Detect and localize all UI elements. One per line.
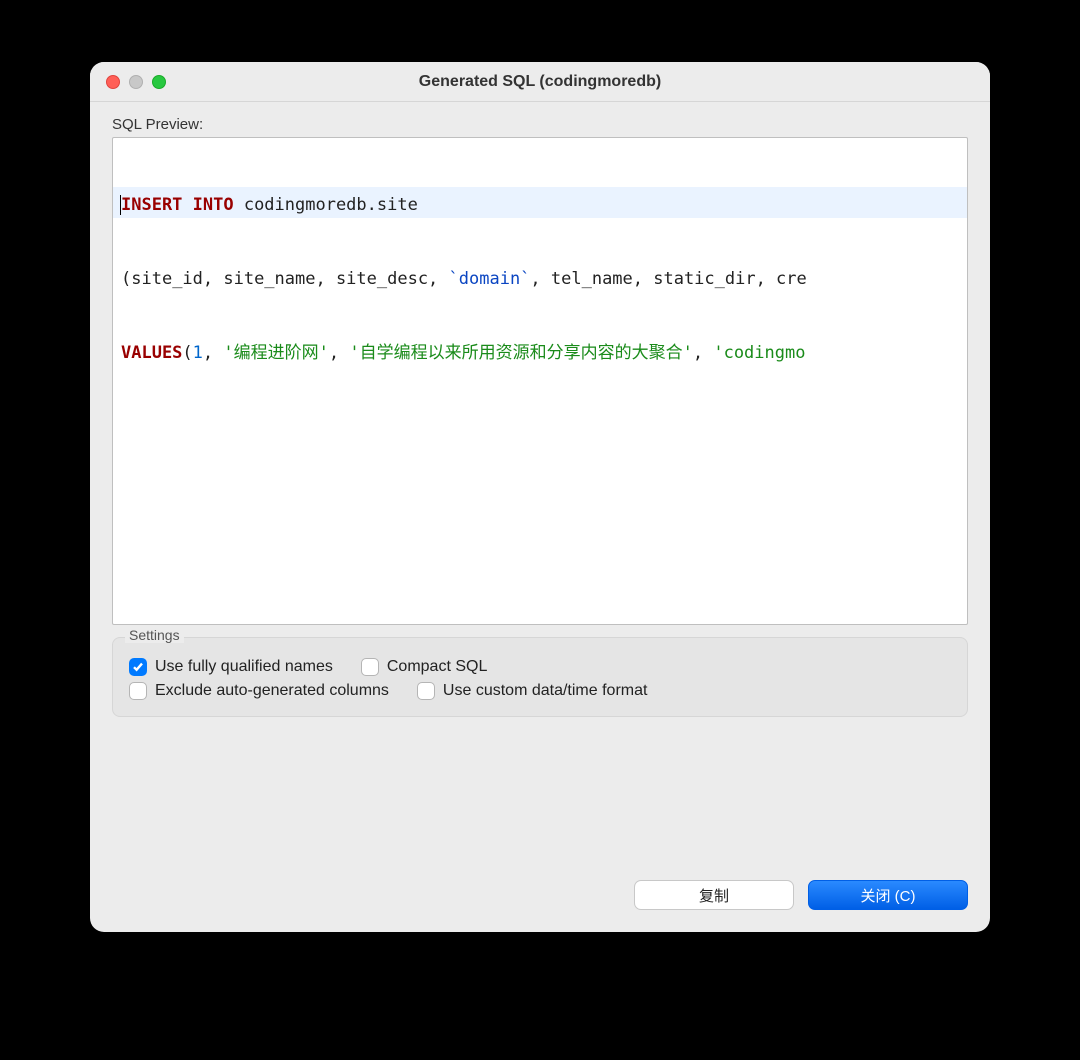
button-label: 关闭 (C)	[861, 885, 916, 906]
checkbox-label: Use fully qualified names	[155, 658, 333, 676]
checkbox-compact-sql[interactable]: Compact SQL	[361, 658, 487, 676]
close-icon[interactable]	[106, 75, 120, 89]
sql-string: '自学编程以来所用资源和分享内容的大聚合'	[349, 343, 692, 363]
checkbox-label: Exclude auto-generated columns	[155, 682, 389, 700]
dialog-buttons: 复制 关闭 (C)	[112, 854, 968, 932]
sql-paren: (	[182, 343, 192, 363]
checkbox-use-fully-qualified[interactable]: Use fully qualified names	[129, 658, 333, 676]
maximize-icon[interactable]	[152, 75, 166, 89]
sql-columns: site_id, site_name, site_desc,	[131, 269, 448, 289]
minimize-icon[interactable]	[129, 75, 143, 89]
checkbox-exclude-auto-generated[interactable]: Exclude auto-generated columns	[129, 682, 389, 700]
sql-string: 'codingmo	[713, 343, 805, 363]
sql-preview-label: SQL Preview:	[112, 116, 968, 133]
sql-string: '编程进阶网'	[223, 343, 328, 363]
sql-paren: (	[121, 269, 131, 289]
sql-columns: , tel_name, static_dir, cre	[530, 269, 806, 289]
settings-row: Exclude auto-generated columns Use custo…	[129, 682, 951, 700]
dialog-body: SQL Preview: INSERT INTO codingmoredb.si…	[90, 102, 990, 932]
sql-keyword: VALUES	[121, 343, 182, 363]
sql-comma: ,	[203, 343, 223, 363]
titlebar: Generated SQL (codingmoredb)	[90, 62, 990, 102]
checkbox-icon	[417, 682, 435, 700]
close-button[interactable]: 关闭 (C)	[808, 880, 968, 910]
copy-button[interactable]: 复制	[634, 880, 794, 910]
settings-group: Settings Use fully qualified names Compa…	[112, 637, 968, 717]
sql-backtick-ident: `domain`	[449, 269, 531, 289]
window-title: Generated SQL (codingmoredb)	[90, 73, 990, 91]
checkbox-icon	[361, 658, 379, 676]
sql-ident: codingmoredb.site	[234, 195, 418, 215]
traffic-lights	[106, 75, 166, 89]
settings-title: Settings	[125, 627, 184, 643]
button-label: 复制	[699, 885, 729, 906]
sql-comma: ,	[693, 343, 713, 363]
sql-preview-text[interactable]: INSERT INTO codingmoredb.site (site_id, …	[112, 137, 968, 625]
checkbox-label: Compact SQL	[387, 658, 487, 676]
checkbox-label: Use custom data/time format	[443, 682, 648, 700]
sql-comma: ,	[329, 343, 349, 363]
dialog-window: Generated SQL (codingmoredb) SQL Preview…	[90, 62, 990, 932]
sql-number: 1	[193, 343, 203, 363]
settings-row: Use fully qualified names Compact SQL	[129, 658, 951, 676]
checkbox-icon	[129, 658, 147, 676]
checkbox-use-custom-datetime[interactable]: Use custom data/time format	[417, 682, 648, 700]
checkbox-icon	[129, 682, 147, 700]
sql-keyword: INSERT INTO	[121, 195, 234, 215]
